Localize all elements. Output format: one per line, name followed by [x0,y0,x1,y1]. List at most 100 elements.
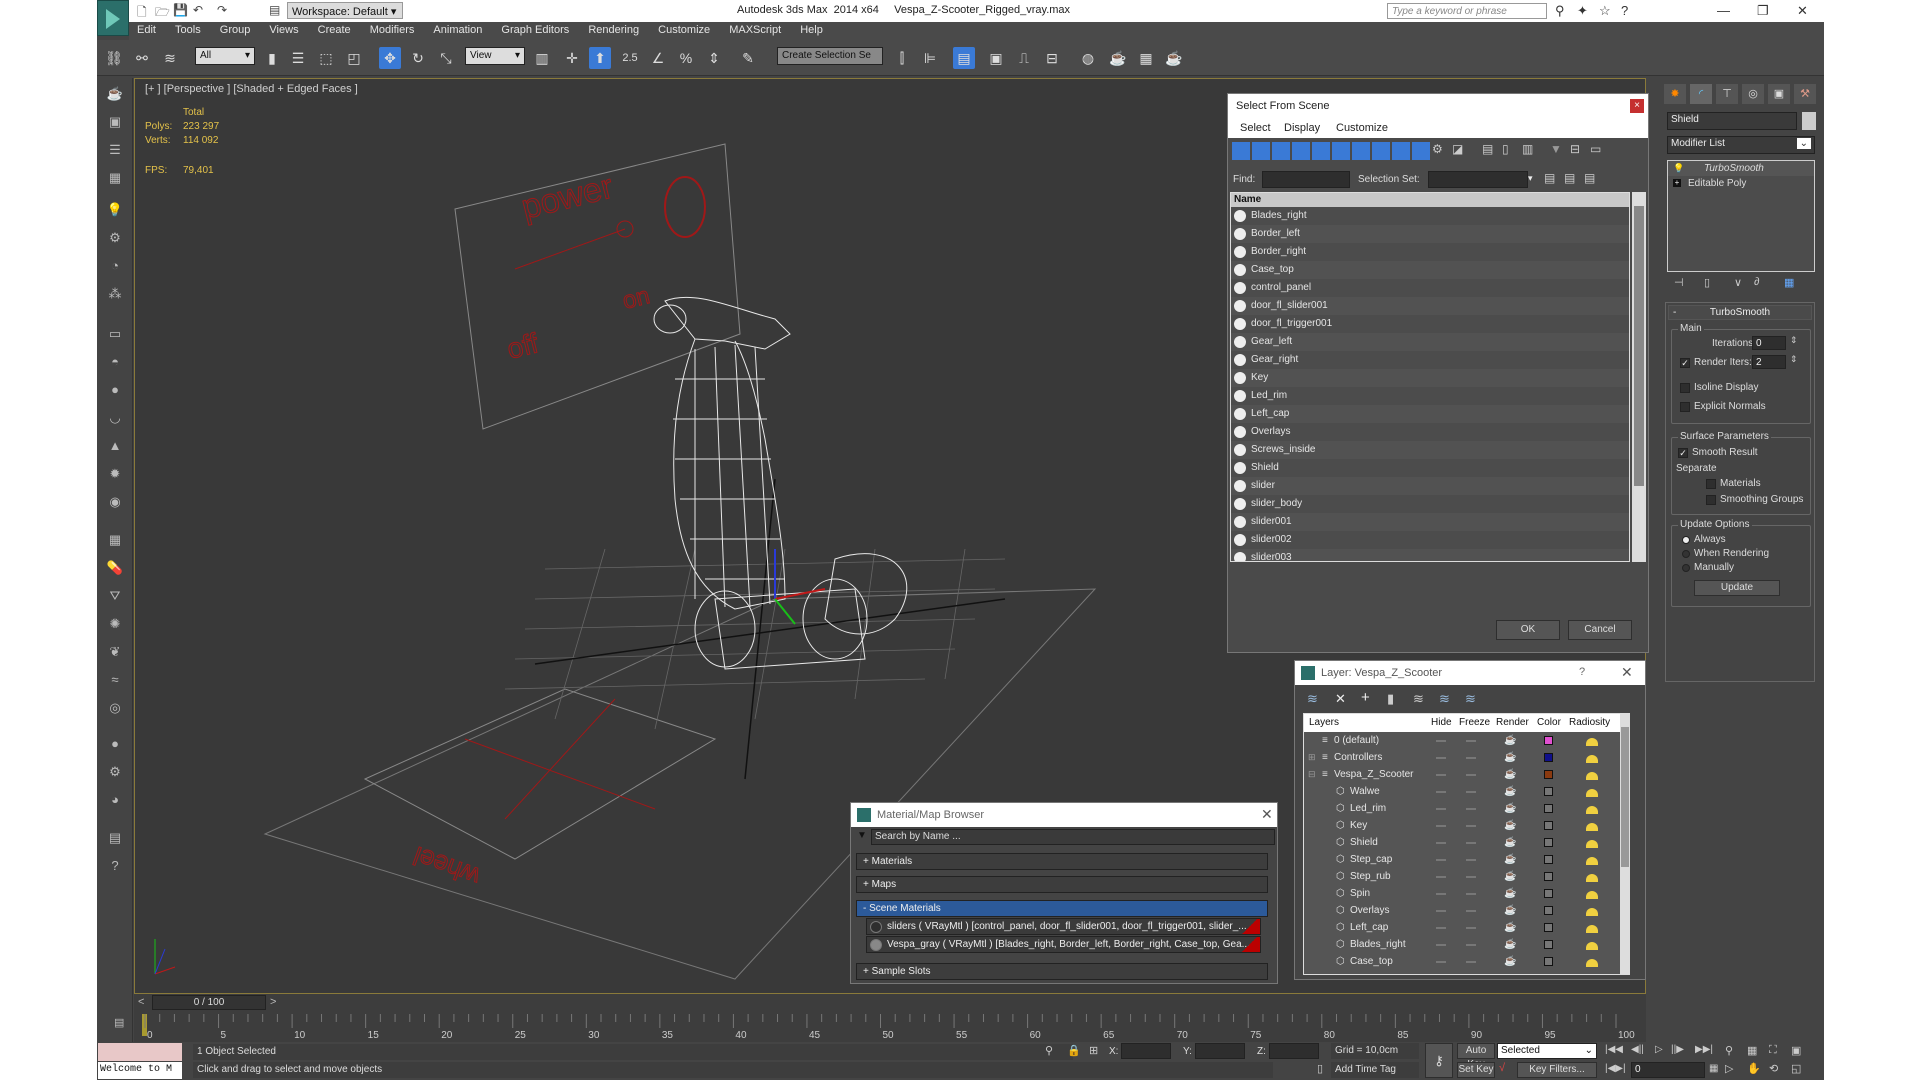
freeze-toggle[interactable] [1466,774,1476,776]
menu-views[interactable]: Views [261,22,306,38]
particles-icon[interactable]: ⁂ [105,284,125,304]
window-crossing-icon[interactable]: ◰ [343,47,365,69]
render-teapot-icon[interactable]: ☕ [1504,851,1516,868]
reference-coordinate-dropdown[interactable]: View ▾ [465,47,525,65]
separate-materials-checkbox[interactable] [1706,479,1716,489]
section-sample-slots[interactable]: + Sample Slots [856,963,1268,980]
update-button[interactable]: Update [1694,580,1780,596]
iterations-spinner[interactable]: 0 [1752,336,1786,350]
set-key-icon[interactable]: ⚷ [1425,1043,1453,1078]
set-key-button[interactable]: Set Key [1457,1062,1495,1078]
x-coordinate-input[interactable] [1121,1043,1171,1059]
options-menu-icon[interactable]: ▼ [857,830,867,841]
layer-manager-icon[interactable]: ▤ [953,47,975,69]
radiosity-icon[interactable] [1586,840,1598,848]
material-search-input[interactable]: Search by Name ... [871,829,1275,845]
mirror-icon[interactable]: ⫿ [891,47,913,69]
menu-help[interactable]: Help [792,22,831,38]
rollout-header[interactable]: - TurboSmooth [1668,305,1812,320]
schematic-view-icon[interactable]: ⊟ [1041,47,1063,69]
object-list-item[interactable]: Screws_inside [1231,441,1629,459]
selection-filter-dropdown[interactable]: All ▾ [195,47,255,65]
current-frame-input[interactable]: 0 [1631,1062,1705,1078]
select-and-scale-icon[interactable]: ⤡ [435,47,457,69]
radiosity-icon[interactable] [1586,789,1598,797]
isolate-selection-icon[interactable]: ⚲ [1045,1044,1053,1057]
render-teapot-icon[interactable]: ☕ [1504,953,1516,970]
render-icon[interactable]: ▣ [105,112,125,132]
key-curve-icon[interactable]: √ [1499,1062,1505,1074]
time-tag-icon[interactable]: ▯ [1317,1062,1323,1075]
orbit-icon[interactable]: ⟲ [1769,1062,1778,1075]
explicit-normals-checkbox[interactable] [1680,402,1690,412]
cup-icon[interactable]: ◡ [105,408,125,428]
render-teapot-icon[interactable]: ☕ [1504,783,1516,800]
cameras-filter-icon[interactable] [1292,142,1310,160]
help-search-input[interactable]: Type a keyword or phrase [1387,3,1547,19]
communication-icon[interactable]: ✦ [1577,3,1588,19]
layer-object-row[interactable]: ⬡ Case_top ☕ [1304,953,1624,970]
scene-material-item[interactable]: Vespa_gray ( VRayMtl ) [Blades_right, Bo… [866,936,1261,953]
render-teapot-icon[interactable]: ☕ [1504,766,1516,783]
render-teapot-icon[interactable]: ☕ [1504,800,1516,817]
display-all-icon[interactable]: ▤ [1482,142,1500,160]
utilities-tab-icon[interactable]: ⚒ [1794,84,1816,104]
object-list-item[interactable]: Border_right [1231,243,1629,261]
layer-color-swatch[interactable] [1544,906,1553,915]
manually-radio[interactable] [1682,564,1690,572]
layer-row[interactable]: ⊟ ≡ Vespa_Z_Scooter ☕ [1304,766,1624,783]
zoom-icon[interactable]: ⚲ [1725,1044,1733,1057]
previous-frame-icon[interactable]: ◀|| [1631,1044,1644,1055]
hide-toggle[interactable] [1436,944,1446,946]
gear-icon[interactable]: ⚙ [105,228,125,248]
new-file-icon[interactable]: 🗋 [137,3,147,24]
spinner-arrows-icon[interactable]: ⇕ [1790,335,1798,346]
menu-modifiers[interactable]: Modifiers [362,22,423,38]
select-and-move-icon[interactable]: ✥ [379,47,401,69]
object-list-item[interactable]: Left_cap [1231,405,1629,423]
layer-object-row[interactable]: ⬡ Shield ☕ [1304,834,1624,851]
add-time-tag[interactable]: Add Time Tag [1331,1062,1419,1078]
column-hide[interactable]: Hide [1431,717,1452,728]
layer-object-row[interactable]: ⬡ Step_rub ☕ [1304,868,1624,885]
xrefs-filter-icon[interactable] [1372,142,1390,160]
time-slider[interactable]: 0 / 100 [152,995,266,1010]
rendered-frame-window-icon[interactable]: ▦ [1135,47,1157,69]
bind-space-warp-icon[interactable]: ≋ [159,47,181,69]
undo-icon[interactable]: ↶ [193,3,203,17]
display-invert-icon[interactable]: ▥ [1522,142,1540,160]
select-object-icon[interactable]: ▮ [261,47,283,69]
spacewarps-filter-icon[interactable] [1332,142,1350,160]
scene-explorer-icon[interactable]: ▣ [985,47,1007,69]
app-logo-icon[interactable] [97,0,129,36]
grid-icon[interactable]: ▦ [105,530,125,550]
freeze-toggle[interactable] [1466,927,1476,929]
close-button[interactable]: × [1630,99,1644,113]
globe-icon[interactable]: ◎ [105,698,125,718]
remove-modifier-icon[interactable]: ∂ [1754,276,1759,288]
object-list-item[interactable]: door_fl_slider001 [1231,297,1629,315]
blue-sphere-icon[interactable]: ◕ [105,790,125,810]
key-mode-dropdown[interactable]: Selected ⌄ [1497,1043,1597,1059]
column-render[interactable]: Render [1496,717,1529,728]
maxscript-input[interactable]: Welcome to M [98,1062,182,1079]
freeze-toggle[interactable] [1466,825,1476,827]
make-unique-icon[interactable]: ∨ [1734,276,1742,289]
object-list-item[interactable]: Key [1231,369,1629,387]
light-icon[interactable]: 💡 [105,200,125,220]
spinner-snap-icon[interactable]: ⇕ [703,47,725,69]
radiosity-icon[interactable] [1586,942,1598,950]
next-frame-icon[interactable]: ||▶ [1671,1044,1684,1055]
object-list-item[interactable]: slider002 [1231,531,1629,549]
menu-rendering[interactable]: Rendering [580,22,647,38]
column-radiosity[interactable]: Radiosity [1569,717,1610,728]
play-icon[interactable]: ▷ [1655,1044,1663,1055]
layer-color-swatch[interactable] [1544,736,1553,745]
time-configuration-icon[interactable]: ▦ [1709,1063,1718,1074]
unlink-icon[interactable]: ⚯ [131,47,153,69]
object-list-item[interactable]: control_panel [1231,279,1629,297]
create-tab-icon[interactable]: ✸ [1664,84,1686,104]
render-teapot-icon[interactable]: ☕ [1504,732,1516,749]
section-scene-materials[interactable]: - Scene Materials [856,900,1268,917]
freeze-toggle[interactable] [1466,910,1476,912]
